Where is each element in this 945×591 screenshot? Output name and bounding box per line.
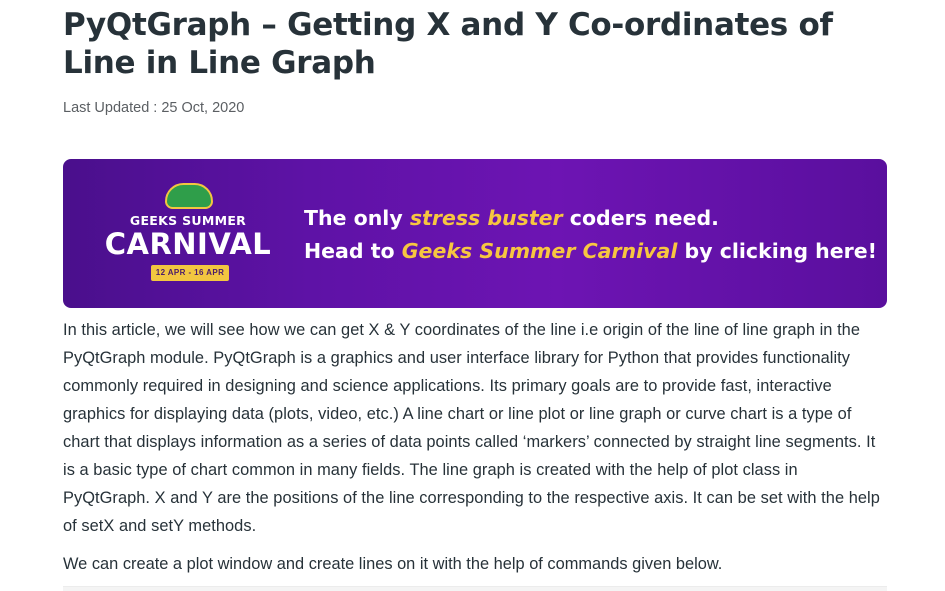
banner-line-1-highlight: stress buster: [409, 206, 563, 230]
banner-line-2: Head to Geeks Summer Carnival by clickin…: [304, 235, 878, 268]
banner-line-2-start: Head to: [304, 239, 402, 263]
logo-top-text: GEEKS SUMMER: [129, 213, 247, 228]
paragraph-intro: In this article, we will see how we can …: [63, 321, 880, 535]
last-updated-text: Last Updated : 25 Oct, 2020: [63, 100, 245, 116]
article-body: In this article, we will see how we can …: [63, 316, 887, 540]
banner-line-1-start: The only: [304, 206, 410, 230]
banner-line-1: The only stress buster coders need.: [304, 202, 874, 235]
banner-line-2-end: by clicking here!: [677, 239, 878, 263]
logo-main-text: CARNIVAL: [104, 227, 272, 261]
page-title: PyQtGraph – Getting X and Y Co-ordinates…: [63, 7, 833, 81]
banner-message: The only stress buster coders need. Head…: [304, 202, 878, 268]
banner-line-2-highlight: Geeks Summer Carnival: [401, 239, 678, 263]
code-block: [63, 586, 887, 591]
logo-dates-ribbon: 12 APR - 16 APR: [151, 265, 229, 281]
paragraph-commands: We can create a plot window and create l…: [63, 555, 723, 573]
promo-banner[interactable]: GEEKS SUMMER CARNIVAL 12 APR - 16 APR Th…: [63, 159, 887, 308]
carnival-mask-icon: [165, 183, 213, 209]
carnival-logo: GEEKS SUMMER CARNIVAL 12 APR - 16 APR: [93, 177, 283, 287]
banner-line-1-end: coders need.: [562, 206, 719, 230]
